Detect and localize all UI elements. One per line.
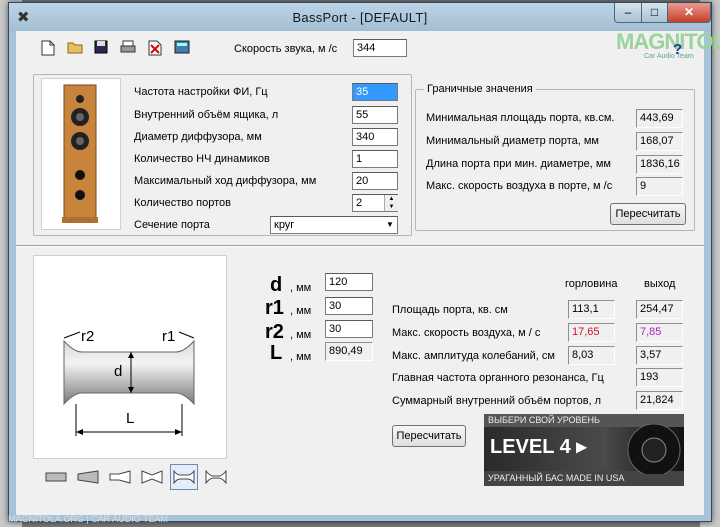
air-speed-label: Макс. скорость воздуха, м / с [392,327,541,339]
open-folder-icon[interactable] [67,40,83,56]
max-excursion-label: Максимальный ход диффузора, мм [134,175,317,187]
recalculate-port-button[interactable]: Пересчитать [392,425,466,447]
port-area-label: Площадь порта, кв. см [392,304,508,316]
min-port-diameter-label: Минимальный диаметр порта, мм [426,135,599,147]
sound-speed-input[interactable]: 344 [353,39,407,57]
level4-banner[interactable]: ВЫБЕРИ СВОЙ УРОВЕНЬ LEVEL 4 ▸ УРАГАННЫЙ … [484,414,684,486]
woofer-count-label: Количество НЧ динамиков [134,153,270,165]
max-excursion-input[interactable]: 20 [352,172,398,190]
diagram-r2-label: r2 [81,328,95,345]
total-port-volume-value: 21,824 [636,391,683,410]
amplitude-exit: 3,57 [636,346,683,365]
dim-r2-input[interactable]: 30 [325,320,373,338]
organ-resonance-label: Главная частота органного резонанса, Гц [392,372,604,384]
dim-r1-unit: , мм [290,305,312,317]
port-count-label: Количество портов [134,197,231,209]
speaker-image [41,78,121,230]
recalculate-limits-button[interactable]: Пересчитать [610,203,686,225]
port-diagram: r2 r1 d L [33,255,227,459]
subwoofer-icon [627,424,681,474]
chevron-down-icon[interactable]: ▼ [383,217,397,233]
min-port-area-value: 443,69 [636,109,683,128]
port-section-select[interactable]: круг [270,216,398,234]
box-volume-label: Внутренний объём ящика, л [134,109,279,121]
diagram-d-label: d [114,363,123,380]
status-watermark: MAGNITOLA.ORG | CAR AUDIO TEAM [8,514,169,524]
max-air-speed-value: 9 [636,177,683,196]
dim-L-name: L [270,342,283,364]
calculator-icon[interactable] [174,40,190,56]
cone-diameter-input[interactable]: 340 [352,128,398,146]
client-area: Скорость звука, м /с 344 MAGNITOLA Car A… [16,29,720,515]
new-file-icon[interactable] [40,40,56,56]
app-window: ✖ BassPort - [DEFAULT] – □ ✕ Скорость зв… [8,2,720,522]
port-count-spinner[interactable]: ▲ ▼ [384,195,398,211]
separator [16,245,704,247]
amplitude-throat: 8,03 [568,346,615,365]
col-throat-header: горловина [565,278,618,290]
min-port-diameter-value: 168,07 [636,132,683,151]
dim-r2-unit: , мм [290,329,312,341]
dim-r2-name: r2 [265,321,284,343]
dim-d-name: d [270,274,283,296]
minimize-button[interactable]: – [614,3,642,23]
col-exit-header: выход [644,278,676,290]
flared-port-icon[interactable] [170,464,198,490]
port-length-label: Длина порта при мин. диаметре, мм [426,158,611,170]
print-icon[interactable] [120,40,136,56]
max-air-speed-label: Макс. скорость воздуха в порте, м /с [426,180,613,192]
amplitude-label: Макс. амплитуда колебаний, см [392,350,555,362]
tuning-freq-label: Частота настройки ФИ, Гц [134,86,268,98]
cone-port-icon[interactable] [74,464,102,490]
save-icon[interactable] [93,40,109,56]
window-title: BassPort - [DEFAULT] [292,10,428,25]
straight-port-icon[interactable] [42,464,70,490]
woofer-count-input[interactable]: 1 [352,150,398,168]
dim-r1-input[interactable]: 30 [325,297,373,315]
port-area-throat: 113,1 [568,300,615,319]
close-button[interactable]: ✕ [667,3,711,23]
port-section-label: Сечение порта [134,219,210,231]
diagram-L-label: L [126,410,135,427]
port-area-exit: 254,47 [636,300,683,319]
port-shape-toolbar [42,464,232,490]
sound-speed-label: Скорость звука, м /с [234,43,338,55]
help-icon[interactable]: ? [673,41,682,58]
dim-d-input[interactable]: 120 [325,273,373,291]
dim-d-unit: , мм [290,282,312,294]
dim-L-unit: , мм [290,351,312,363]
total-port-volume-label: Суммарный внутренний объём портов, л [392,395,602,407]
dim-r1-name: r1 [265,297,284,319]
air-speed-throat: 17,65 [568,323,615,342]
delete-icon[interactable] [147,40,163,56]
maximize-button[interactable]: □ [641,3,668,23]
min-port-area-label: Минимальная площадь порта, кв.см. [426,112,615,124]
double-cone-icon[interactable] [138,464,166,490]
watermark-subtitle: Car Audio Team [644,53,694,60]
dim-L-value: 890,49 [325,342,373,361]
magnitola-watermark: MAGNITOLA [616,29,720,54]
cone-diameter-label: Диаметр диффузора, мм [134,131,262,143]
banner-level-text: LEVEL 4 ▸ [490,436,587,458]
tuning-freq-input[interactable]: 35 [352,83,398,101]
limits-title: Граничные значения [424,83,536,95]
box-volume-input[interactable]: 55 [352,106,398,124]
narrow-flared-icon[interactable] [202,464,230,490]
diagram-r1-label: r1 [162,328,176,345]
title-bar[interactable]: ✖ BassPort - [DEFAULT] – □ ✕ [9,3,711,31]
air-speed-exit: 7,85 [636,323,683,342]
flare-one-side-icon[interactable] [106,464,134,490]
port-length-value: 1836,16 [636,155,683,174]
organ-resonance-value: 193 [636,368,683,387]
